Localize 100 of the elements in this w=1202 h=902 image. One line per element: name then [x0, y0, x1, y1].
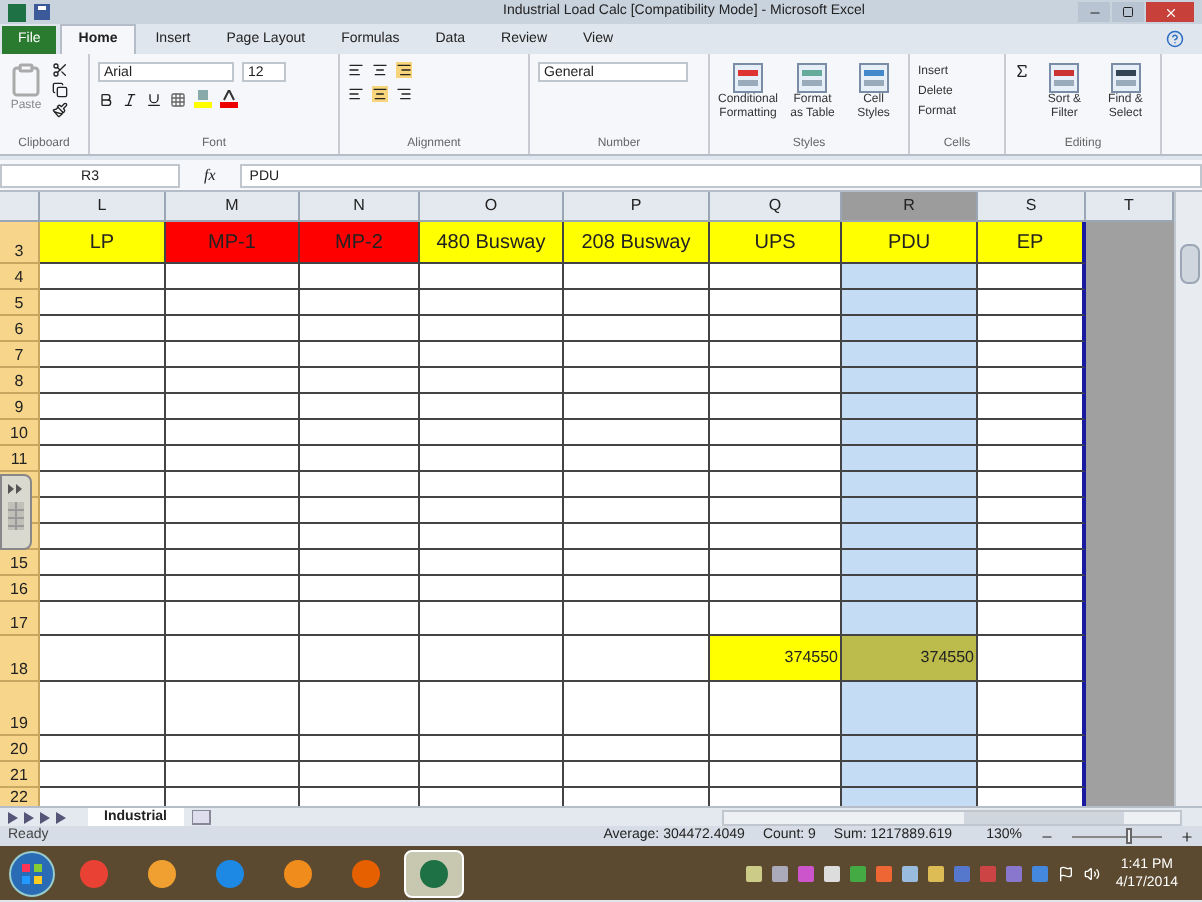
row-header[interactable]: 17	[0, 602, 40, 636]
table-cell	[300, 394, 420, 420]
app-icon	[214, 857, 246, 889]
align-bottom-icon[interactable]	[396, 62, 412, 78]
table-cell: 480 Busway	[420, 222, 564, 264]
table-cell	[40, 446, 166, 472]
vertical-scrollbar[interactable]	[1174, 192, 1202, 806]
row-header[interactable]: 11	[0, 446, 40, 472]
table-cell	[300, 290, 420, 316]
column-header[interactable]: R	[842, 192, 978, 220]
table-cell: PDU	[842, 222, 978, 264]
table-cell	[420, 736, 564, 762]
table-cell	[842, 420, 978, 446]
table-cell	[40, 368, 166, 394]
table-cell	[300, 420, 420, 446]
zoom-in-icon[interactable]	[1180, 829, 1194, 843]
grid-icon	[1048, 62, 1081, 94]
table-cell	[300, 498, 420, 524]
table-cell	[40, 420, 166, 446]
table-cell	[300, 762, 420, 788]
table-cell	[978, 290, 1086, 316]
grid-icon	[857, 62, 890, 94]
fill-color-icon[interactable]	[194, 90, 212, 108]
function-button[interactable]: fx	[188, 163, 232, 187]
table-cell	[842, 762, 978, 788]
table-cell	[978, 446, 1086, 472]
underline-icon[interactable]	[146, 91, 162, 107]
row-header[interactable]: 9	[0, 394, 40, 420]
align-right-icon[interactable]	[396, 86, 412, 102]
floating-menu[interactable]	[0, 474, 32, 550]
table-cell	[166, 762, 300, 788]
column-header[interactable]: L	[40, 192, 166, 220]
row-header[interactable]: 10	[0, 420, 40, 446]
taskbar-app-button[interactable]	[404, 849, 464, 897]
row-header[interactable]: 4	[0, 264, 40, 290]
table-cell	[166, 602, 300, 636]
column-header[interactable]: P	[564, 192, 710, 220]
volume-icon[interactable]	[1083, 865, 1100, 881]
italic-icon[interactable]	[122, 91, 138, 107]
table-cell: 208 Busway	[564, 222, 710, 264]
row-header[interactable]: 6	[0, 316, 40, 342]
table-cell	[710, 576, 842, 602]
column-header[interactable]: M	[166, 192, 300, 220]
row-header[interactable]: 18	[0, 636, 40, 682]
zoom-slider-thumb[interactable]	[1126, 827, 1132, 843]
format-painter-icon[interactable]	[52, 102, 68, 118]
table-cell	[978, 602, 1086, 636]
table-cell	[420, 290, 564, 316]
table-cell	[166, 264, 300, 290]
horizontal-scrollbar[interactable]	[722, 809, 1182, 825]
align-left-icon[interactable]	[348, 86, 364, 102]
help-icon[interactable]	[1166, 30, 1184, 48]
align-top-icon[interactable]	[348, 62, 364, 78]
row-header[interactable]: 19	[0, 682, 40, 736]
row-header[interactable]: 5	[0, 290, 40, 316]
column-header[interactable]: O	[420, 192, 564, 220]
align-center-icon[interactable]	[372, 86, 388, 102]
table-cell	[420, 576, 564, 602]
table-cell	[420, 420, 564, 446]
table-cell	[166, 446, 300, 472]
table-cell	[300, 368, 420, 394]
align-middle-icon[interactable]	[372, 62, 388, 78]
table-cell: MP-1	[166, 222, 300, 264]
table-cell	[710, 472, 842, 498]
row-header[interactable]: 20	[0, 736, 40, 762]
font-color-icon[interactable]	[220, 90, 238, 108]
table-cell	[842, 682, 978, 736]
cut-icon[interactable]	[52, 62, 68, 78]
flag-icon[interactable]	[1057, 865, 1074, 881]
row-header[interactable]: 3	[0, 222, 40, 264]
table-cell	[40, 394, 166, 420]
spreadsheet-icon	[8, 3, 26, 21]
table-cell	[978, 788, 1086, 806]
app-icon	[418, 857, 450, 889]
maximize-icon	[1122, 6, 1134, 18]
table-cell	[420, 524, 564, 550]
row-header[interactable]: 15	[0, 550, 40, 576]
table-cell	[710, 736, 842, 762]
table-cell	[300, 602, 420, 636]
borders-icon[interactable]	[170, 91, 186, 107]
table-cell	[40, 264, 166, 290]
row-header[interactable]: 8	[0, 368, 40, 394]
table-cell	[420, 394, 564, 420]
start-button[interactable]	[8, 849, 56, 897]
autosum-icon[interactable]	[1014, 62, 1030, 80]
row-header[interactable]: 21	[0, 762, 40, 788]
row-header[interactable]: 22	[0, 788, 40, 806]
row-header[interactable]: 16	[0, 576, 40, 602]
table-cell	[710, 290, 842, 316]
table-cell	[710, 420, 842, 446]
bold-icon[interactable]	[98, 91, 114, 107]
column-header[interactable]: N	[300, 192, 420, 220]
table-cell	[420, 788, 564, 806]
table-cell	[420, 498, 564, 524]
maximize-button[interactable]	[1112, 2, 1144, 22]
table-cell	[842, 264, 978, 290]
copy-icon[interactable]	[52, 82, 68, 98]
column-header[interactable]: S	[978, 192, 1086, 220]
row-header[interactable]: 7	[0, 342, 40, 368]
table-cell	[166, 316, 300, 342]
